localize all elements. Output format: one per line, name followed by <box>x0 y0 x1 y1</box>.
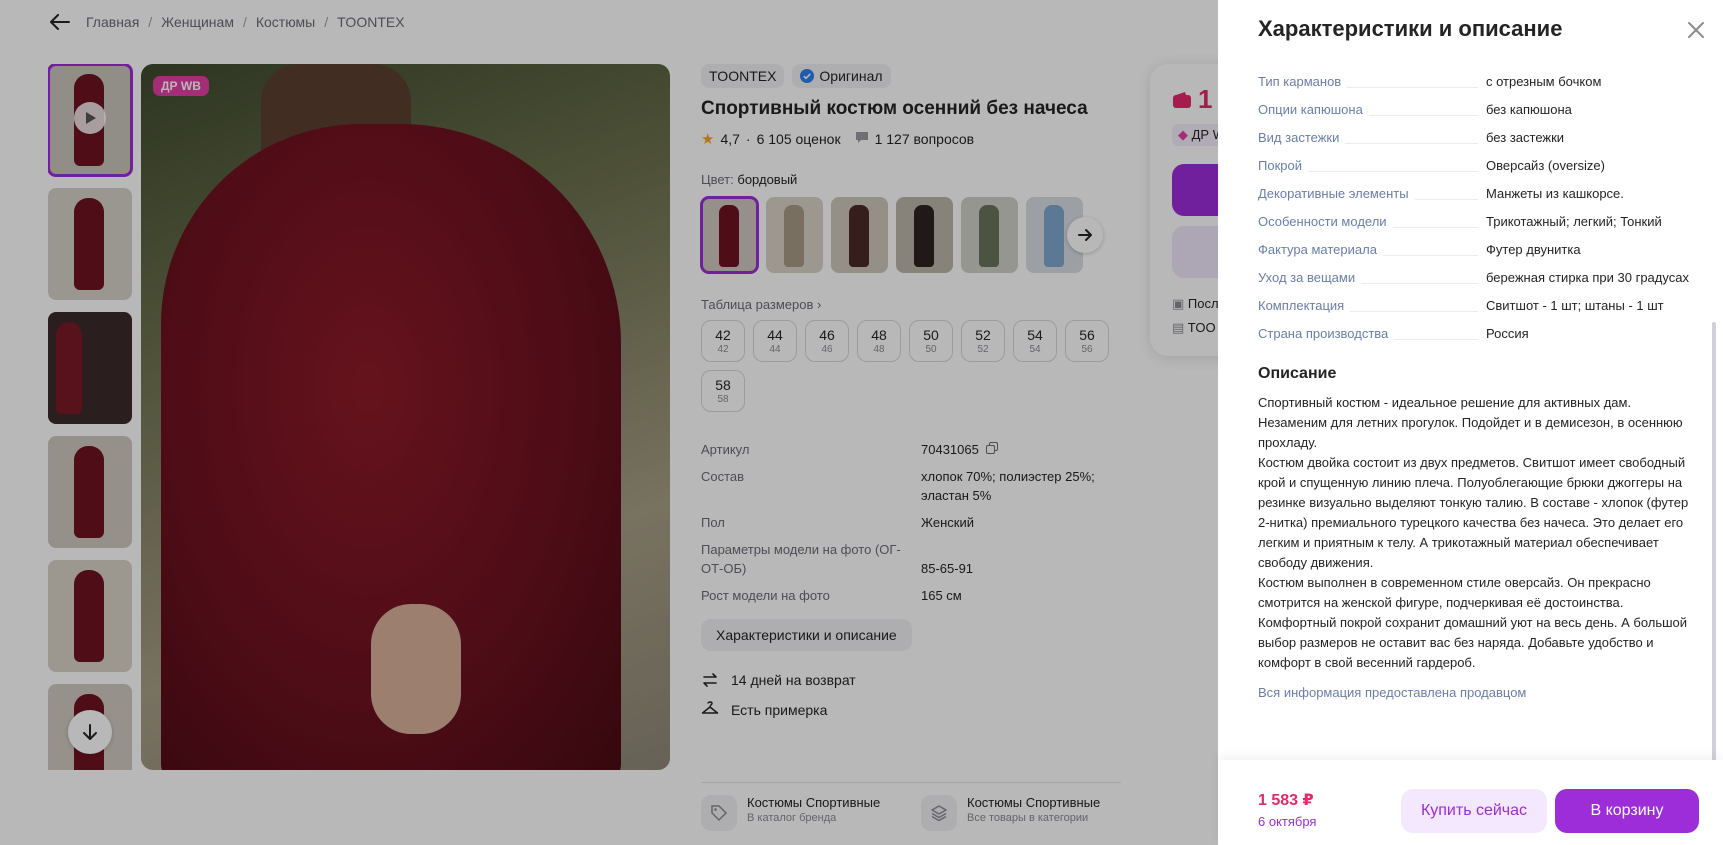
footer-delivery-date: 6 октября <box>1258 814 1317 829</box>
spec-value: Футер двунитка <box>1486 242 1581 257</box>
close-icon[interactable] <box>1684 18 1708 42</box>
panel-content: Тип карманов с отрезным бочком Опции капю… <box>1258 72 1698 762</box>
spec-value: с отрезным бочком <box>1486 74 1602 89</box>
spec-row: Опции капюшона без капюшона <box>1258 100 1698 119</box>
panel-title: Характеристики и описание <box>1258 16 1563 41</box>
spec-key: Особенности модели <box>1258 212 1486 231</box>
spec-value: Манжеты из кашкорсе. <box>1486 186 1624 201</box>
spec-row: Комплектация Свитшот - 1 шт; штаны - 1 шт <box>1258 296 1698 315</box>
spec-row: Покрой Оверсайз (oversize) <box>1258 156 1698 175</box>
spec-value: без застежки <box>1486 130 1565 145</box>
spec-row: Особенности модели Трикотажный; легкий; Т… <box>1258 212 1698 231</box>
modal-backdrop[interactable] <box>0 0 1218 845</box>
spec-key: Фактура материала <box>1258 240 1486 259</box>
spec-row: Уход за вещами бережная стирка при 30 гра… <box>1258 268 1698 287</box>
spec-value: без капюшона <box>1486 102 1572 117</box>
description-title: Описание <box>1258 365 1337 382</box>
panel-scrollbar[interactable] <box>1712 322 1716 762</box>
spec-value: Трикотажный; легкий; Тонкий <box>1486 214 1662 229</box>
footer-price: 1 583 ₽ <box>1258 792 1314 809</box>
spec-row: Страна производства Россия <box>1258 324 1698 343</box>
description-text: Спортивный костюм - идеальное решение дл… <box>1258 395 1689 670</box>
product-page: Главная / Женщинам / Костюмы / TOONTEX Д… <box>0 0 1723 845</box>
add-to-cart-button[interactable]: В корзину <box>1555 789 1699 833</box>
spec-row: Фактура материала Футер двунитка <box>1258 240 1698 259</box>
spec-value: Свитшот - 1 шт; штаны - 1 шт <box>1486 298 1664 313</box>
spec-key: Страна производства <box>1258 324 1486 343</box>
spec-value: бережная стирка при 30 градусах <box>1486 270 1689 285</box>
seller-note: Вся информация предоставлена продавцом <box>1258 685 1527 700</box>
spec-value: Оверсайз (oversize) <box>1486 158 1605 173</box>
spec-row: Декоративные элементы Манжеты из кашкорсе… <box>1258 184 1698 203</box>
panel-footer: 1 583 ₽ 6 октября Купить сейчас В корзин… <box>1218 760 1723 845</box>
spec-key: Тип карманов <box>1258 72 1486 91</box>
characteristics-panel: Характеристики и описание Тип карманов с … <box>1218 0 1723 845</box>
buy-now-button[interactable]: Купить сейчас <box>1401 789 1547 833</box>
spec-key: Декоративные элементы <box>1258 184 1486 203</box>
spec-row: Тип карманов с отрезным бочком <box>1258 72 1698 91</box>
spec-key: Покрой <box>1258 156 1486 175</box>
spec-key: Уход за вещами <box>1258 268 1486 287</box>
spec-key: Опции капюшона <box>1258 100 1486 119</box>
spec-value: Россия <box>1486 326 1529 341</box>
spec-row: Вид застежки без застежки <box>1258 128 1698 147</box>
spec-key: Вид застежки <box>1258 128 1486 147</box>
spec-key: Комплектация <box>1258 296 1486 315</box>
